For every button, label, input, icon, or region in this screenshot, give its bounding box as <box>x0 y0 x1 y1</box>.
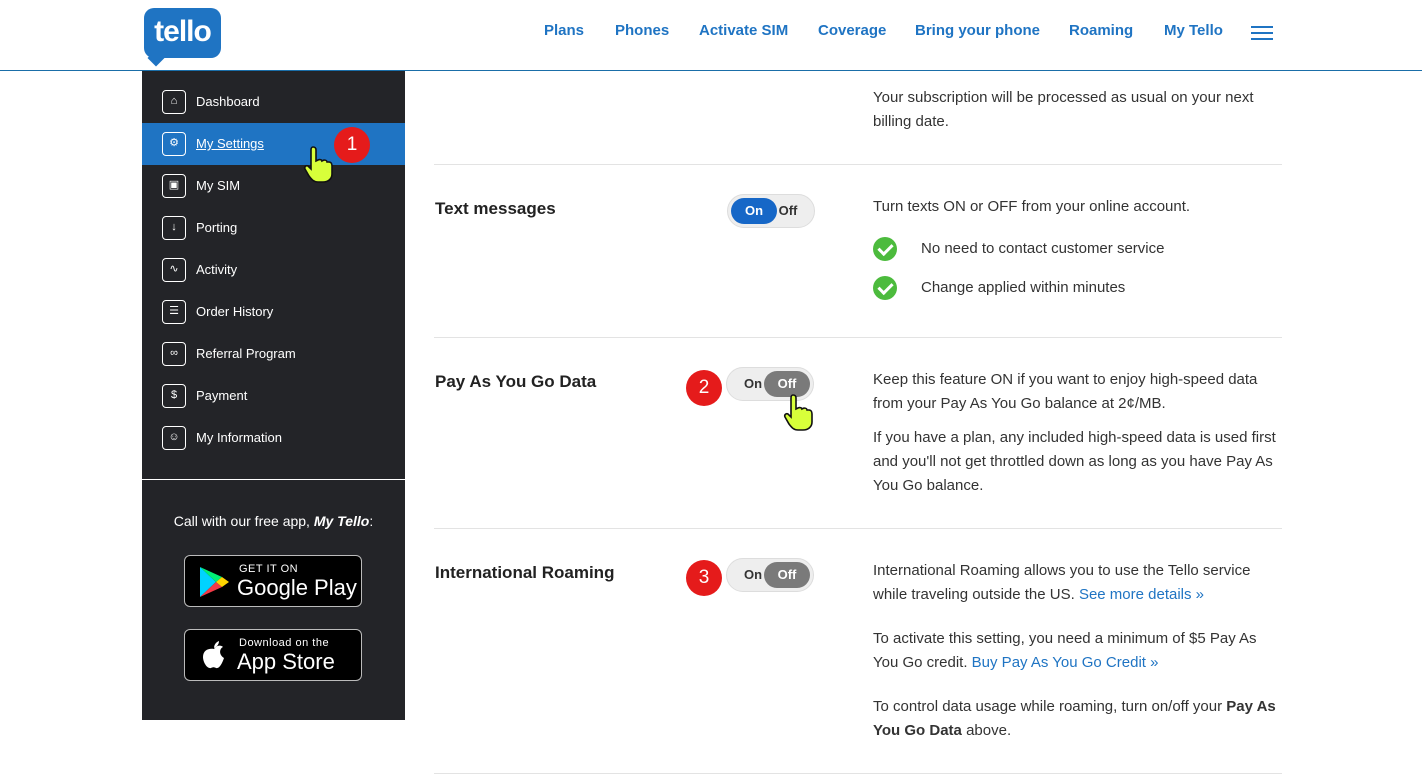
app-store-big-text: App Store <box>237 649 335 674</box>
payment-icon: $ <box>162 384 186 408</box>
settings-icon: ⚙ <box>162 132 186 156</box>
app-store-small-text: Download on the <box>239 637 330 649</box>
checkmark-icon <box>873 276 897 300</box>
google-play-big-text: Google Play <box>237 575 357 600</box>
sidebar-item-label: Referral Program <box>196 346 296 361</box>
sidebar-item-activity[interactable]: ∿ Activity <box>142 249 405 291</box>
sidebar-item-payment[interactable]: $ Payment <box>142 375 405 417</box>
sidebar-item-label: My SIM <box>196 178 241 193</box>
menu-icon[interactable] <box>1251 26 1273 42</box>
nav-my-tello[interactable]: My Tello <box>1164 22 1223 39</box>
google-play-button[interactable]: GET IT ON Google Play <box>184 555 362 607</box>
roaming-credit-note: To activate this setting, you need a min… <box>873 630 1257 671</box>
site-header: tello Plans Phones Activate SIM Coverage… <box>0 0 1422 71</box>
roaming-toggle[interactable]: On Off <box>726 558 814 592</box>
sidebar-item-my-sim[interactable]: ▣ My SIM <box>142 165 405 207</box>
text-messages-off-option[interactable]: Off <box>765 198 811 224</box>
text-messages-title: Text messages <box>435 199 556 218</box>
hand-cursor-icon <box>783 394 813 431</box>
hand-cursor-icon <box>303 146 333 183</box>
sim-icon: ▣ <box>162 174 186 198</box>
step-badge-1: 1 <box>334 127 370 163</box>
payg-plan-note: If you have a plan, any included high-sp… <box>873 429 1276 494</box>
sidebar-item-label: Porting <box>196 220 238 235</box>
nav-phones[interactable]: Phones <box>615 22 669 39</box>
step-badge-2: 2 <box>686 370 722 406</box>
order-history-icon: ☰ <box>162 300 186 324</box>
sidebar-item-my-information[interactable]: ☺ My Information <box>142 417 405 459</box>
app-promo-text: Call with our free app, My Tello: <box>173 513 374 529</box>
roaming-title: International Roaming <box>435 563 615 582</box>
roaming-off-option[interactable]: Off <box>764 562 810 588</box>
user-icon: ☺ <box>162 426 186 450</box>
see-more-details-link[interactable]: See more details » <box>1079 586 1204 603</box>
sidebar-item-label: My Settings <box>196 136 264 151</box>
app-store-button[interactable]: Download on the App Store <box>184 629 362 681</box>
payg-title: Pay As You Go Data <box>435 372 597 391</box>
subscription-note: Your subscription will be processed as u… <box>873 89 1254 130</box>
nav-bring-your-phone[interactable]: Bring your phone <box>915 22 1040 39</box>
nav-plans[interactable]: Plans <box>544 22 584 39</box>
nav-coverage[interactable]: Coverage <box>818 22 886 39</box>
sidebar-item-label: Activity <box>196 262 238 277</box>
sidebar-item-label: Payment <box>196 388 248 403</box>
roaming-description: International Roaming allows you to use … <box>873 562 1251 603</box>
text-messages-toggle[interactable]: On Off <box>727 194 815 228</box>
row-divider <box>434 337 1282 338</box>
google-play-icon <box>200 567 229 597</box>
sidebar-item-porting[interactable]: ↓ Porting <box>142 207 405 249</box>
referral-icon: ∞ <box>162 342 186 366</box>
google-play-small-text: GET IT ON <box>239 563 299 575</box>
apple-icon <box>203 641 224 669</box>
nav-roaming[interactable]: Roaming <box>1069 22 1133 39</box>
sidebar-divider <box>142 479 405 480</box>
row-divider <box>434 528 1282 529</box>
sidebar-item-label: Order History <box>196 304 274 319</box>
buy-credit-link[interactable]: Buy Pay As You Go Credit » <box>972 654 1159 671</box>
porting-icon: ↓ <box>162 216 186 240</box>
app-name: My Tello <box>313 513 370 529</box>
payg-description: Keep this feature ON if you want to enjo… <box>873 371 1258 412</box>
checkmark-icon <box>873 237 897 261</box>
sidebar-item-order-history[interactable]: ☰ Order History <box>142 291 405 333</box>
dashboard-icon: ⌂ <box>162 90 186 114</box>
row-divider <box>434 773 1282 774</box>
row-divider <box>434 164 1282 165</box>
step-badge-3: 3 <box>686 560 722 596</box>
text-messages-description: Turn texts ON or OFF from your online ac… <box>873 198 1191 215</box>
roaming-data-note: To control data usage while roaming, tur… <box>873 698 1276 739</box>
sidebar-item-referral-program[interactable]: ∞ Referral Program <box>142 333 405 375</box>
activity-icon: ∿ <box>162 258 186 282</box>
sidebar-item-label: My Information <box>196 430 282 445</box>
sidebar-item-dashboard[interactable]: ⌂ Dashboard <box>142 81 405 123</box>
main-nav: Plans Phones Activate SIM Coverage Bring… <box>0 22 1422 46</box>
sidebar-item-label: Dashboard <box>196 94 260 109</box>
nav-activate-sim[interactable]: Activate SIM <box>699 22 788 39</box>
account-sidebar: ⌂ Dashboard ⚙ My Settings ▣ My SIM ↓ Por… <box>142 71 405 720</box>
